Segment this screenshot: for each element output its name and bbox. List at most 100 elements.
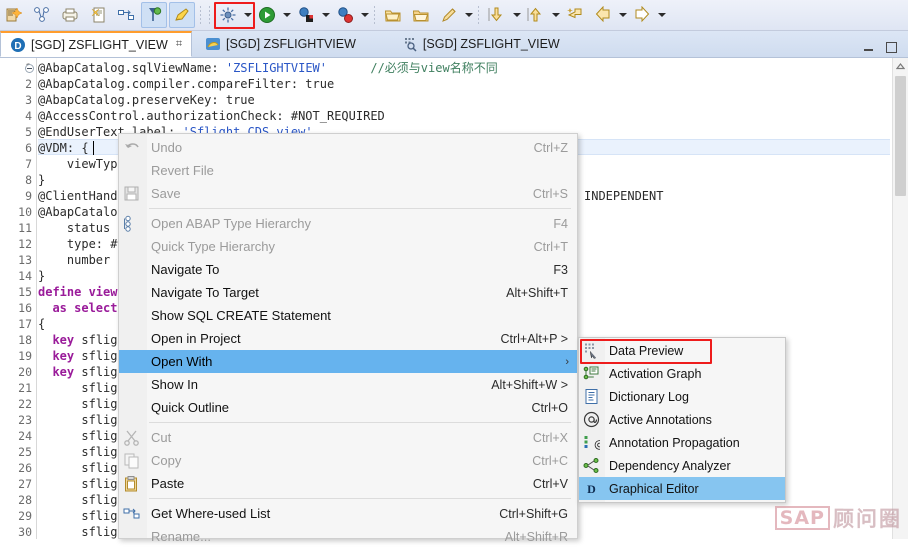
context-menu-item-label: Open in Project	[151, 331, 241, 346]
code-fold-toggle[interactable]	[25, 64, 34, 73]
back-star-icon[interactable]	[562, 2, 588, 28]
code-line: sflig	[38, 380, 117, 396]
context-menu-item[interactable]: Open in Project Ctrl+Alt+P >	[119, 327, 577, 350]
code-token: @AbapCatalog.preserveKey: true	[38, 93, 255, 107]
minimize-icon[interactable]	[862, 42, 875, 53]
window-controls	[862, 42, 908, 57]
submenu-item[interactable]: Data Preview	[579, 339, 785, 362]
open-with-submenu[interactable]: Data Preview Activation Graph Dictionary L…	[578, 337, 786, 503]
pencil-dropdown-arrow[interactable]	[463, 3, 474, 27]
context-menu-item[interactable]: Navigate To F3	[119, 258, 577, 281]
abap-session-red-dropdown-arrow[interactable]	[359, 3, 370, 27]
context-menu-item[interactable]: Navigate To Target Alt+Shift+T	[119, 281, 577, 304]
back-icon[interactable]	[590, 2, 616, 28]
editor-vertical-scrollbar[interactable]	[892, 58, 908, 539]
new-abap-object-icon[interactable]	[1, 2, 27, 28]
context-menu-item[interactable]: Copy Ctrl+C	[119, 449, 577, 472]
context-menu-item-shortcut: Alt+Shift+R	[504, 529, 568, 544]
main-toolbar	[0, 0, 908, 31]
editor-tab-1[interactable]: D [SGD] ZSFLIGHT_VIEW ⌗	[0, 31, 193, 57]
run-dropdown-arrow[interactable]	[281, 3, 292, 27]
upload-dropdown-arrow[interactable]	[550, 3, 561, 27]
context-menu-item-shortcut: Ctrl+C	[532, 453, 568, 468]
line-number: 17	[18, 317, 32, 331]
dictionary-log-icon	[583, 388, 600, 405]
line-number: 13	[18, 253, 32, 267]
context-menu-item[interactable]: Quick Type Hierarchy Ctrl+T	[119, 235, 577, 258]
context-menu-item-label: Cut	[151, 430, 172, 445]
upload-icon[interactable]	[523, 2, 549, 28]
code-line: sflig	[38, 460, 117, 476]
editor-tab-3[interactable]: [SGD] ZSFLIGHT_VIEW	[393, 31, 569, 57]
abap-doc-icon[interactable]	[85, 2, 111, 28]
download-icon[interactable]	[484, 2, 510, 28]
line-number: 28	[18, 493, 32, 507]
context-menu-item-shortcut: Ctrl+O	[531, 400, 568, 415]
submenu-item[interactable]: Active Annotations	[579, 408, 785, 431]
forward-icon[interactable]	[629, 2, 655, 28]
submenu-item[interactable]: Dictionary Log	[579, 385, 785, 408]
submenu-item[interactable]: @ Annotation Propagation	[579, 431, 785, 454]
abap-session-dropdown-arrow[interactable]	[320, 3, 331, 27]
dependency-analyzer-icon	[583, 457, 600, 474]
code-line: sflig	[38, 492, 117, 508]
context-menu-item[interactable]: Paste Ctrl+V	[119, 472, 577, 495]
close-icon[interactable]: ⌗	[176, 38, 182, 51]
debug-icon[interactable]	[215, 2, 241, 28]
code-line: define view	[38, 284, 117, 300]
context-menu-item-shortcut: Ctrl+Shift+G	[499, 506, 568, 521]
line-number: 15	[18, 285, 32, 299]
context-menu-item[interactable]: Get Where-used List Ctrl+Shift+G	[119, 502, 577, 525]
code-token: sflig	[38, 429, 118, 443]
editor-tab-2[interactable]: [SGD] ZSFLIGHTVIEW	[196, 31, 365, 57]
context-menu-item[interactable]: Show SQL CREATE Statement	[119, 304, 577, 327]
annotation-propagation-icon: @	[583, 434, 600, 451]
open-folder-icon[interactable]	[380, 2, 406, 28]
scroll-up-arrow[interactable]	[893, 58, 908, 74]
code-token: sflig	[38, 525, 118, 539]
menu-separator	[149, 208, 571, 209]
line-number: 11	[18, 221, 32, 235]
context-menu-item[interactable]: Quick Outline Ctrl+O	[119, 396, 577, 419]
abap-session-red-icon[interactable]	[332, 2, 358, 28]
context-menu-item-label: Show In	[151, 377, 198, 392]
editor-context-menu[interactable]: Undo Ctrl+Z Revert File Save Ctrl+S Open ABAP…	[118, 133, 578, 544]
debug-dropdown-arrow[interactable]	[242, 3, 253, 27]
submenu-item[interactable]: D Graphical Editor	[579, 477, 785, 500]
activate-icon[interactable]	[169, 2, 195, 28]
context-menu-item[interactable]: Save Ctrl+S	[119, 182, 577, 205]
context-menu-item[interactable]: Rename... Alt+Shift+R	[119, 525, 577, 548]
abap-session-icon[interactable]	[293, 2, 319, 28]
download-dropdown-arrow[interactable]	[511, 3, 522, 27]
context-menu-item[interactable]: Open ABAP Type Hierarchy F4	[119, 212, 577, 235]
submenu-item[interactable]: Activation Graph	[579, 362, 785, 385]
at-sign-icon	[583, 411, 600, 428]
toolbar-separator	[478, 6, 479, 24]
pencil-icon[interactable]	[436, 2, 462, 28]
context-menu-item[interactable]: Cut Ctrl+X	[119, 426, 577, 449]
print-icon[interactable]	[57, 2, 83, 28]
context-menu-item[interactable]: Show In Alt+Shift+W >	[119, 373, 577, 396]
line-number: 7	[25, 157, 32, 171]
paste-icon	[123, 475, 141, 492]
where-used-list-icon[interactable]	[113, 2, 139, 28]
submenu-item[interactable]: Dependency Analyzer	[579, 454, 785, 477]
watermark-text: 顾问圈	[833, 507, 902, 531]
context-menu-item[interactable]: Revert File	[119, 159, 577, 182]
forward-dropdown-arrow[interactable]	[656, 3, 667, 27]
open-folder-2-icon[interactable]	[408, 2, 434, 28]
context-menu-item[interactable]: Undo Ctrl+Z	[119, 136, 577, 159]
code-line: sflig	[38, 508, 117, 524]
code-token: as select	[52, 301, 118, 315]
context-menu-item[interactable]: Open With ›	[119, 350, 577, 373]
context-menu-item-label: Paste	[151, 476, 185, 491]
code-line: @ClientHand	[38, 188, 117, 204]
scrollbar-thumb[interactable]	[895, 76, 906, 196]
toggle-marker-icon[interactable]	[141, 2, 167, 28]
back-dropdown-arrow[interactable]	[617, 3, 628, 27]
toolbar-separator	[200, 6, 201, 24]
maximize-icon[interactable]	[885, 42, 898, 53]
abap-type-hierarchy-icon[interactable]	[29, 2, 55, 28]
run-icon[interactable]	[254, 2, 280, 28]
